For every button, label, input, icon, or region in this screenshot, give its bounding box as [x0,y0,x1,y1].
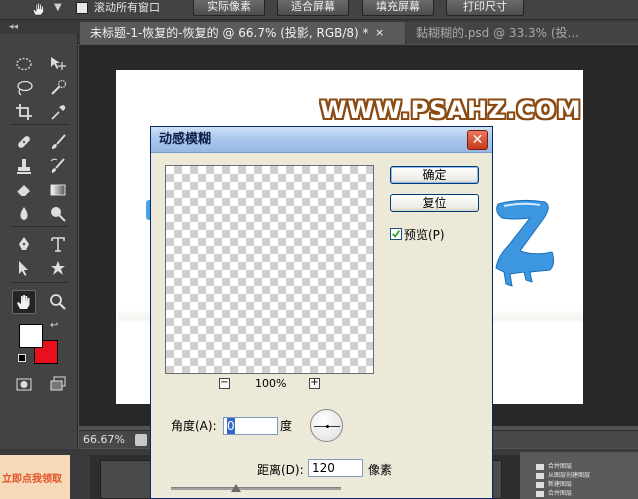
layer-row[interactable]: 合并图层 [536,462,636,471]
distance-unit: 像素 [368,463,393,477]
tab-label: 黏糊糊的.psd @ 33.3% (投... [416,26,579,40]
foreground-color-swatch[interactable] [19,324,43,348]
angle-label: 角度(A): [171,419,217,433]
eyedropper-icon[interactable] [48,102,68,122]
angle-value: 0 [227,418,235,434]
lasso-icon[interactable] [14,78,34,98]
scroll-all-windows-label: 滚动所有窗口 [94,1,160,14]
document-tab-bar: 未标题-1-恢复的-恢复的 @ 66.7% (投影, RGB/8) * × 黏糊… [0,20,638,44]
dial-center [326,425,329,428]
tab-close-icon[interactable]: × [375,22,384,44]
screen-mode-icon[interactable] [48,374,68,394]
clone-stamp-icon[interactable] [14,156,34,176]
move-icon[interactable] [48,54,68,74]
layer-row[interactable]: 从图层创建图层 [536,471,636,480]
collapse-icon: ◂◂ [9,22,19,32]
angle-dial[interactable] [310,409,343,442]
tool-preset-dropdown-icon[interactable]: ▼ [54,0,62,16]
ad-text: 立即点我领取 [2,474,62,485]
preview-checkbox[interactable] [390,228,402,240]
fit-screen-button[interactable]: 适合屏幕 [277,0,349,16]
tab-active-document[interactable]: 未标题-1-恢复的-恢复的 @ 66.7% (投影, RGB/8) * × [80,22,405,44]
brush-icon[interactable] [48,132,68,152]
filter-preview[interactable] [165,165,374,374]
panel-collapse-grip[interactable]: ◂◂ [0,20,78,34]
preview-zoom-value: 100% [255,377,287,390]
distance-label: 距离(D): [257,463,304,477]
status-info-icon[interactable] [135,434,147,446]
zoom-out-button[interactable]: − [219,378,230,389]
reset-button[interactable]: 复位 [390,194,479,212]
default-colors-icon[interactable] [18,354,26,362]
layer-row[interactable]: 新建图层 [536,480,636,489]
distance-input[interactable]: 120 [308,459,363,477]
angle-unit: 度 [280,419,293,433]
history-brush-icon[interactable] [48,156,68,176]
motion-blur-dialog: 动感模糊 ✕ − 100% + 确定 复位 预览(P) 角度(A): 0 度 距… [150,126,493,499]
eraser-icon[interactable] [14,180,34,200]
blur-icon[interactable] [14,204,34,224]
fill-screen-button[interactable]: 填充屏幕 [362,0,434,16]
watermark-text: WWW.PSAHZ.COM [320,96,582,124]
quick-selection-icon[interactable] [48,78,68,98]
options-bar: ▼ 滚动所有窗口 实际像素 适合屏幕 填充屏幕 打印尺寸 [0,0,638,20]
scroll-all-windows-checkbox[interactable] [76,2,88,14]
quick-mask-icon[interactable] [14,374,34,394]
elliptical-marquee-icon[interactable] [14,54,34,74]
type-icon[interactable] [48,234,68,254]
layer-row[interactable]: 合并图层 [536,489,636,498]
ok-button[interactable]: 确定 [390,166,479,184]
zoom-in-button[interactable]: + [309,378,320,389]
check-icon [392,230,401,238]
hand-icon[interactable] [30,1,48,17]
distance-slider-track[interactable] [171,487,341,490]
actual-pixels-button[interactable]: 实际像素 [193,0,265,16]
distance-slider-thumb[interactable] [231,484,241,492]
dialog-title-bar[interactable]: 动感模糊 ✕ [151,127,492,153]
print-size-button[interactable]: 打印尺寸 [446,0,524,16]
pen-icon[interactable] [14,234,34,254]
custom-shape-icon[interactable] [48,258,68,278]
blue-slime-letter [495,199,555,287]
preview-label: 预览(P) [404,228,445,242]
spot-healing-icon[interactable] [14,132,34,152]
tab-label: 未标题-1-恢复的-恢复的 @ 66.7% (投影, RGB/8) * [90,26,369,40]
crop-icon[interactable] [14,102,34,122]
ad-banner[interactable]: 立即点我领取 [0,455,70,499]
close-icon[interactable]: ✕ [467,130,488,150]
tools-panel: ◂◂ ↩ [0,20,78,452]
zoom-level[interactable]: 66.67% [83,431,125,449]
dodge-icon[interactable] [48,204,68,224]
swap-colors-icon[interactable]: ↩ [50,320,58,331]
dialog-title: 动感模糊 [159,132,212,147]
angle-input[interactable]: 0 [223,417,278,435]
tab-second-document[interactable]: 黏糊糊的.psd @ 33.3% (投... [406,22,638,44]
zoom-icon[interactable] [48,292,68,312]
hand-tool-icon[interactable] [12,290,36,314]
path-selection-icon[interactable] [14,258,34,278]
gradient-icon[interactable] [48,180,68,200]
layers-panel: 合并图层 从图层创建图层 新建图层 合并图层 [520,452,638,499]
